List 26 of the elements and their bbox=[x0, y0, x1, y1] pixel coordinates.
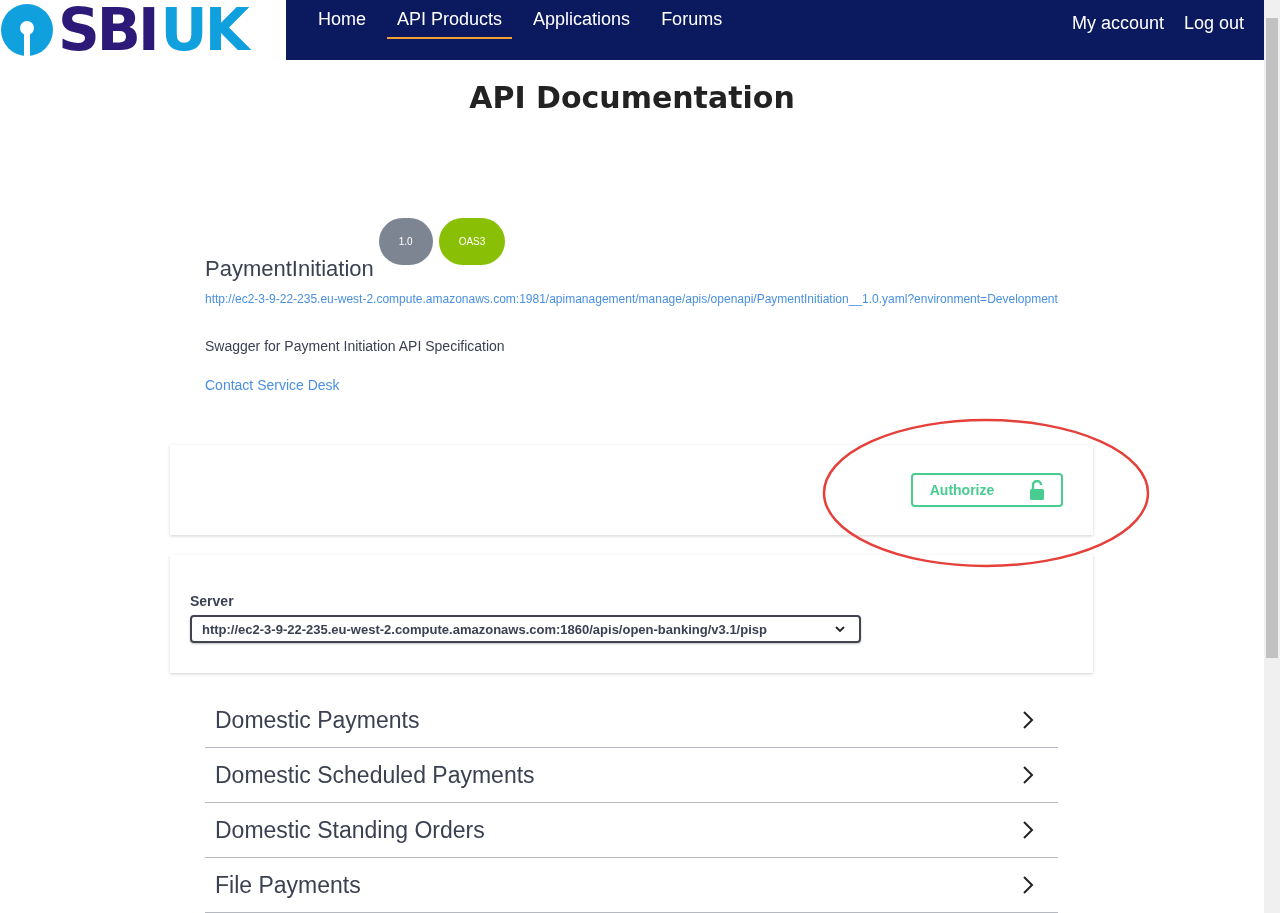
section-title: Domestic Scheduled Payments bbox=[215, 761, 535, 789]
version-badge: OAS3 bbox=[438, 218, 506, 266]
section-header[interactable]: File Payments bbox=[205, 858, 1058, 913]
section-title: Domestic Payments bbox=[215, 706, 420, 734]
api-description: Swagger for Payment Initiation API Specification bbox=[205, 338, 506, 355]
section-title: File Payments bbox=[215, 871, 361, 899]
unlock-icon bbox=[1030, 480, 1045, 501]
nav-tab[interactable]: Forums bbox=[651, 0, 733, 39]
account-link[interactable]: My account bbox=[1071, 13, 1164, 34]
nav-tab[interactable]: API Products bbox=[387, 0, 513, 39]
section-header[interactable]: Domestic Scheduled Payments bbox=[205, 748, 1058, 803]
section-header[interactable]: Domestic Payments bbox=[205, 693, 1058, 748]
logo-text: SBI bbox=[58, 1, 157, 60]
api-title: PaymentInitiation bbox=[205, 256, 374, 283]
section-title: Domestic Standing Orders bbox=[215, 816, 485, 844]
scrollbar[interactable] bbox=[1264, 0, 1280, 913]
scrollbar-thumb[interactable] bbox=[1266, 18, 1278, 658]
account-link[interactable]: Log out bbox=[1183, 13, 1244, 34]
server-label: Server bbox=[190, 593, 235, 610]
chevron-down-icon bbox=[835, 625, 845, 633]
nav-tab[interactable]: Home bbox=[308, 0, 376, 39]
server-select[interactable]: http://ec2-3-9-22-235.eu-west-2.compute.amazonaws.com:1860/apis/open-banking/v3.1/pisp bbox=[190, 615, 861, 644]
nav-tab[interactable]: Applications bbox=[523, 0, 641, 39]
page-title: API Documentation bbox=[468, 80, 796, 116]
version-badge: 1.0 bbox=[378, 218, 433, 266]
section-header[interactable]: Domestic Standing Orders bbox=[205, 803, 1058, 858]
